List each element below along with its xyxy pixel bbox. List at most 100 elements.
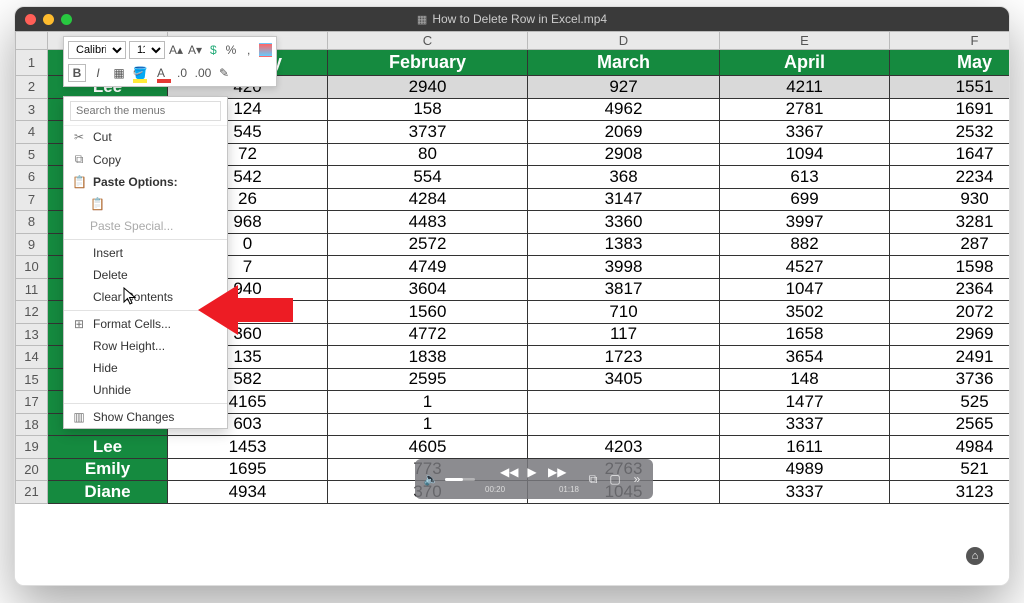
data-cell[interactable]: 1477: [720, 391, 890, 414]
data-cell[interactable]: 1: [328, 391, 528, 414]
data-cell[interactable]: 2572: [328, 233, 528, 256]
menu-paste-special[interactable]: Paste Special...: [64, 215, 227, 237]
row-header[interactable]: 12: [16, 301, 48, 324]
data-cell[interactable]: 4211: [720, 76, 890, 99]
menu-delete[interactable]: Delete: [64, 264, 227, 286]
row-header[interactable]: 21: [16, 481, 48, 504]
row-header[interactable]: 1: [16, 50, 48, 76]
data-cell[interactable]: 1598: [890, 256, 1011, 279]
header-cell[interactable]: March: [528, 50, 720, 76]
menu-hide[interactable]: Hide: [64, 357, 227, 379]
data-cell[interactable]: 3405: [528, 368, 720, 391]
data-cell[interactable]: 1560: [328, 301, 528, 324]
data-cell[interactable]: 3736: [890, 368, 1011, 391]
data-cell[interactable]: 4483: [328, 211, 528, 234]
data-cell[interactable]: 1838: [328, 346, 528, 369]
italic-button[interactable]: I: [89, 64, 107, 82]
data-cell[interactable]: 4934: [168, 481, 328, 504]
data-cell[interactable]: 2908: [528, 143, 720, 166]
header-cell[interactable]: April: [720, 50, 890, 76]
font-select[interactable]: Calibri: [68, 41, 126, 59]
data-cell[interactable]: 4527: [720, 256, 890, 279]
data-cell[interactable]: 4984: [890, 436, 1011, 459]
row-header[interactable]: 17: [16, 391, 48, 414]
data-cell[interactable]: 710: [528, 301, 720, 324]
data-cell[interactable]: 2595: [328, 368, 528, 391]
data-cell[interactable]: 3123: [890, 481, 1011, 504]
name-cell[interactable]: Lee: [48, 436, 168, 459]
row-header[interactable]: 14: [16, 346, 48, 369]
data-cell[interactable]: 3281: [890, 211, 1011, 234]
rewind-button[interactable]: ◀◀: [500, 465, 516, 479]
name-cell[interactable]: Diane: [48, 481, 168, 504]
airplay-button[interactable]: ▢: [607, 472, 623, 487]
data-cell[interactable]: 1691: [890, 98, 1011, 121]
menu-show-changes[interactable]: ▥Show Changes: [64, 406, 227, 428]
row-header[interactable]: 15: [16, 368, 48, 391]
column-header[interactable]: E: [720, 32, 890, 50]
menu-format-cells[interactable]: ⊞Format Cells...: [64, 313, 227, 335]
data-cell[interactable]: 117: [528, 323, 720, 346]
data-cell[interactable]: 4962: [528, 98, 720, 121]
data-cell[interactable]: 2565: [890, 413, 1011, 436]
row-header[interactable]: 19: [16, 436, 48, 459]
data-cell[interactable]: 158: [328, 98, 528, 121]
data-cell[interactable]: 4772: [328, 323, 528, 346]
data-cell[interactable]: 4284: [328, 188, 528, 211]
play-button[interactable]: ▶: [524, 465, 540, 479]
data-cell[interactable]: 613: [720, 166, 890, 189]
data-cell[interactable]: 80: [328, 143, 528, 166]
row-header[interactable]: 7: [16, 188, 48, 211]
data-cell[interactable]: 521: [890, 458, 1011, 481]
data-cell[interactable]: 148: [720, 368, 890, 391]
comma-format-button[interactable]: ,: [241, 41, 256, 59]
column-header[interactable]: F: [890, 32, 1011, 50]
volume-slider[interactable]: [445, 478, 475, 481]
data-cell[interactable]: 554: [328, 166, 528, 189]
format-painter-button[interactable]: ✎: [215, 64, 233, 82]
data-cell[interactable]: 1453: [168, 436, 328, 459]
font-size-select[interactable]: 11: [129, 41, 165, 59]
borders-button[interactable]: ▦: [110, 64, 128, 82]
data-cell[interactable]: 3604: [328, 278, 528, 301]
data-cell[interactable]: 3360: [528, 211, 720, 234]
data-cell[interactable]: 368: [528, 166, 720, 189]
menu-clear-contents[interactable]: Clear Contents: [64, 286, 227, 308]
data-cell[interactable]: 1551: [890, 76, 1011, 99]
fill-color-button[interactable]: 🪣: [131, 64, 149, 82]
decrease-decimal-button[interactable]: .0: [173, 64, 191, 82]
data-cell[interactable]: 927: [528, 76, 720, 99]
row-header[interactable]: 5: [16, 143, 48, 166]
name-cell[interactable]: Emily: [48, 458, 168, 481]
menu-cut[interactable]: ✂Cut: [64, 126, 227, 148]
row-header[interactable]: 3: [16, 98, 48, 121]
data-cell[interactable]: 930: [890, 188, 1011, 211]
data-cell[interactable]: 3998: [528, 256, 720, 279]
row-header[interactable]: 18: [16, 413, 48, 436]
data-cell[interactable]: [528, 413, 720, 436]
row-header[interactable]: 11: [16, 278, 48, 301]
data-cell[interactable]: 4989: [720, 458, 890, 481]
data-cell[interactable]: 287: [890, 233, 1011, 256]
decrease-font-button[interactable]: A▾: [187, 41, 203, 59]
row-header[interactable]: 8: [16, 211, 48, 234]
menu-insert[interactable]: Insert: [64, 242, 227, 264]
data-cell[interactable]: 2940: [328, 76, 528, 99]
data-cell[interactable]: 3337: [720, 481, 890, 504]
font-color-button[interactable]: A: [152, 64, 170, 82]
data-cell[interactable]: 3502: [720, 301, 890, 324]
data-cell[interactable]: 3367: [720, 121, 890, 144]
data-cell[interactable]: 1: [328, 413, 528, 436]
data-cell[interactable]: 4749: [328, 256, 528, 279]
data-cell[interactable]: 2364: [890, 278, 1011, 301]
menu-search-input[interactable]: [70, 101, 221, 121]
header-cell[interactable]: February: [328, 50, 528, 76]
data-cell[interactable]: 1047: [720, 278, 890, 301]
data-cell[interactable]: 882: [720, 233, 890, 256]
data-cell[interactable]: 3817: [528, 278, 720, 301]
data-cell[interactable]: 4605: [328, 436, 528, 459]
menu-copy[interactable]: ⧉Copy: [64, 148, 227, 171]
data-cell[interactable]: 3337: [720, 413, 890, 436]
bold-button[interactable]: B: [68, 64, 86, 82]
data-cell[interactable]: 3654: [720, 346, 890, 369]
